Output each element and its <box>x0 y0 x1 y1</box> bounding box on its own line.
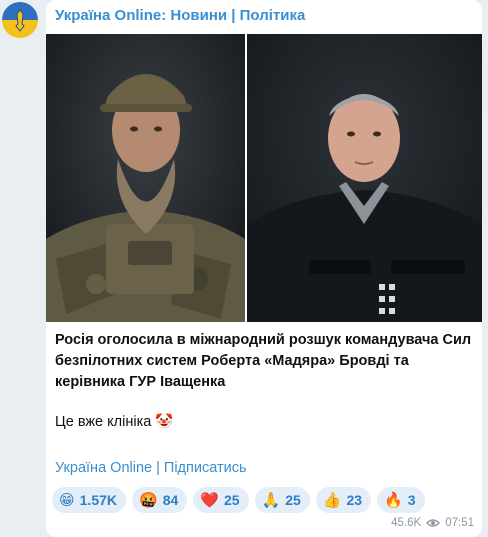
reaction-count: 1.57K <box>79 492 117 508</box>
reaction-grin[interactable]: 😁 1.57K <box>52 487 126 513</box>
view-count: 45.6K <box>391 517 422 529</box>
reaction-pray[interactable]: 🙏 25 <box>254 487 310 513</box>
angry-emoji-icon: 🤬 <box>139 490 158 509</box>
message-bubble: Україна Online: Новини | Політика Росія … <box>46 0 482 537</box>
ukraine-coat-icon <box>2 2 38 38</box>
reactions-bar: 😁 1.57K 🤬 84 ❤️ 25 🙏 25 👍 23 🔥 3 <box>52 487 425 513</box>
message-text: Росія оголосила в міжнародний розшук ком… <box>55 330 473 432</box>
reaction-count: 3 <box>407 492 416 508</box>
reaction-count: 84 <box>162 492 179 508</box>
eye-icon <box>426 519 441 527</box>
reaction-angry[interactable]: 🤬 84 <box>132 487 188 513</box>
channel-title[interactable]: Україна Online: Новини | Політика <box>55 7 305 24</box>
thumbs-up-emoji-icon: 👍 <box>322 490 342 509</box>
soldier-portrait-image <box>46 34 245 322</box>
officer-portrait-image <box>247 34 482 322</box>
photo-right[interactable] <box>247 34 482 322</box>
grin-emoji-icon: 😁 <box>59 490 75 509</box>
reaction-fire[interactable]: 🔥 3 <box>377 487 425 513</box>
channel-avatar[interactable] <box>2 2 38 38</box>
reaction-heart[interactable]: ❤️ 25 <box>193 487 249 513</box>
heart-emoji-icon: ❤️ <box>200 490 219 509</box>
reaction-thumbs-up[interactable]: 👍 23 <box>315 487 372 513</box>
reaction-count: 23 <box>346 492 363 508</box>
photo-album[interactable] <box>46 34 482 322</box>
post-comment: Це вже клініка 🤡 <box>55 414 174 430</box>
reaction-count: 25 <box>285 492 301 508</box>
post-caption: Росія оголосила в міжнародний розшук ком… <box>55 332 472 390</box>
fire-emoji-icon: 🔥 <box>384 490 403 509</box>
post-time: 07:51 <box>445 517 474 529</box>
photo-left[interactable] <box>46 34 245 322</box>
pray-emoji-icon: 🙏 <box>261 490 281 509</box>
reaction-count: 25 <box>223 492 240 508</box>
message-meta: 45.6K 07:51 <box>391 517 474 529</box>
subscribe-link[interactable]: Україна Online | Підписатись <box>55 460 247 476</box>
